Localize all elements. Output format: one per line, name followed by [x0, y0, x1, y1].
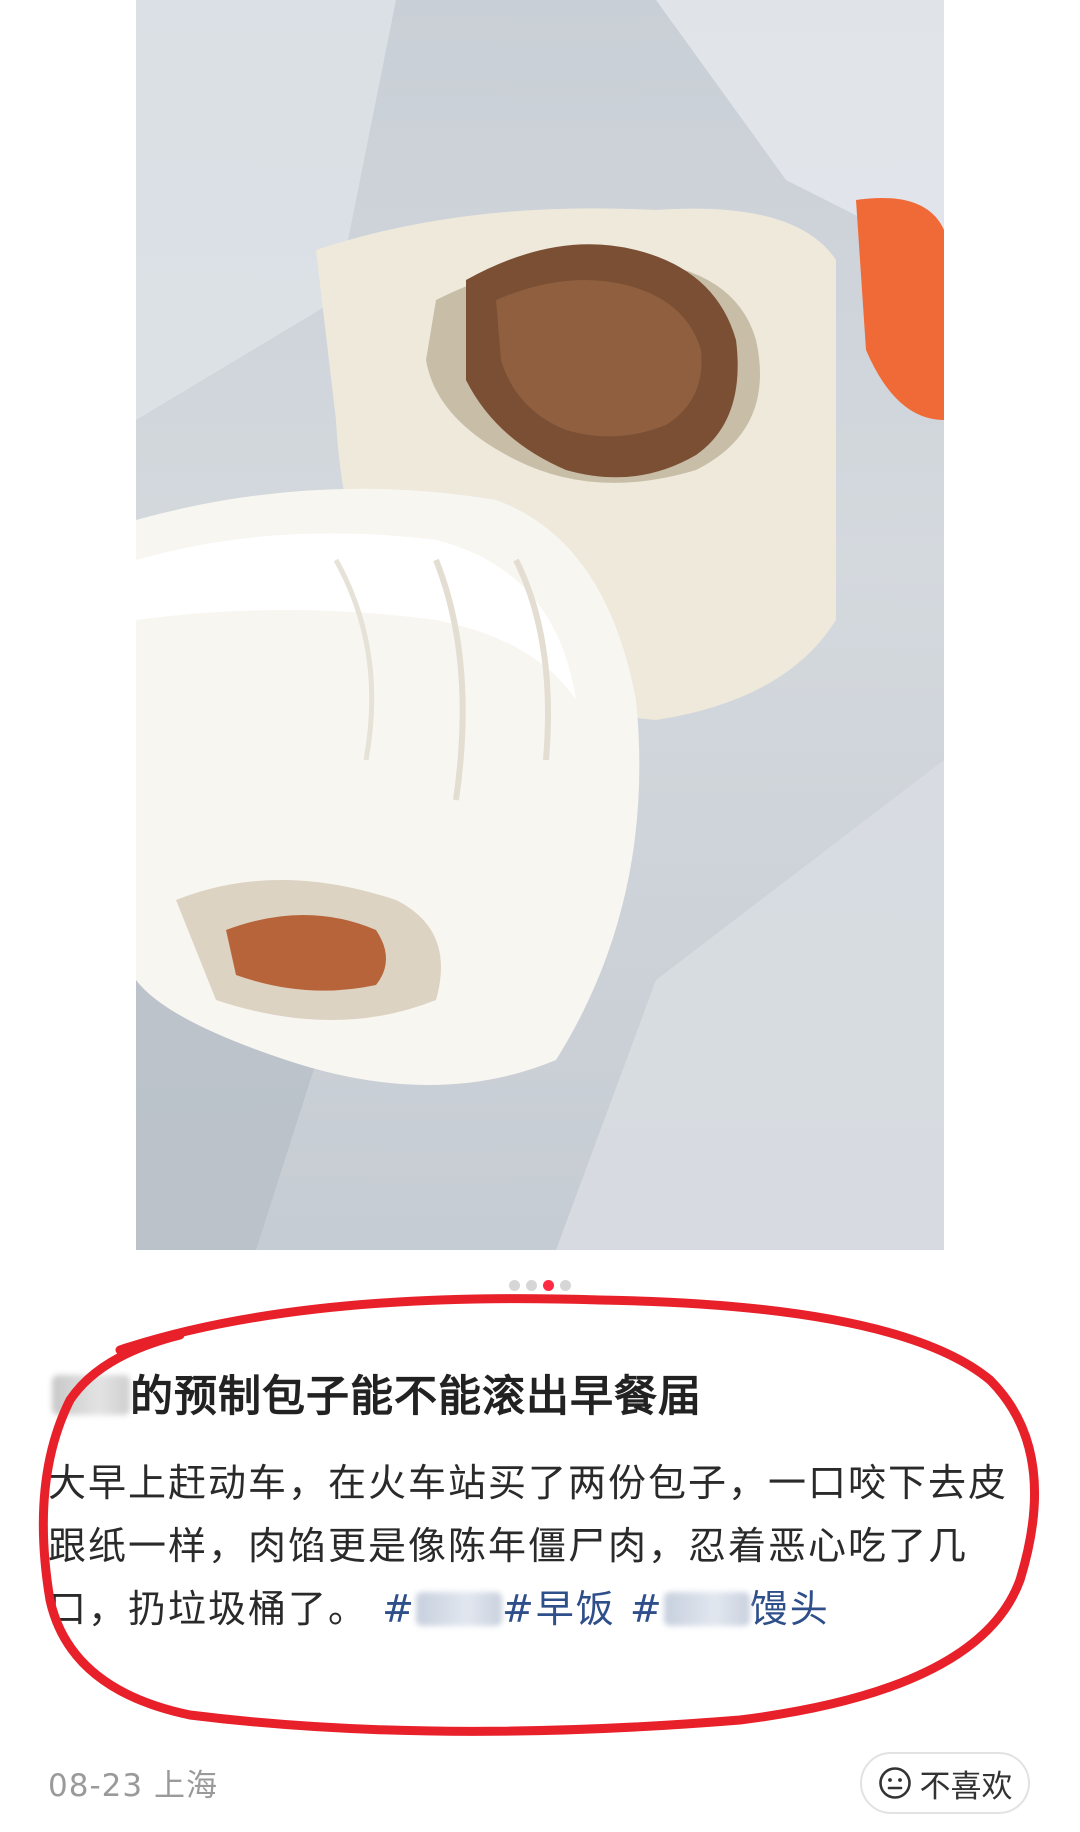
carousel-dot [526, 1280, 537, 1291]
post-meta: 08-23 上海 [48, 1760, 218, 1805]
hashtag-breakfast[interactable]: #早饭 [502, 1587, 616, 1631]
neutral-face-icon [878, 1767, 911, 1799]
post-date: 08-23 [48, 1768, 144, 1804]
blurred-text [663, 1592, 750, 1626]
hashtag[interactable]: # [382, 1587, 502, 1631]
carousel-dot-active [543, 1280, 554, 1291]
dislike-button[interactable]: 不喜欢 [860, 1752, 1030, 1814]
post-location: 上海 [153, 1768, 218, 1804]
carousel-dot [560, 1280, 571, 1291]
post-content: 大早上赶动车，在火车站买了两份包子，一口咬下去皮跟纸一样，肉馅更是像陈年僵尸肉，… [48, 1452, 1028, 1641]
post-title: 的预制包子能不能滚出早餐届 [52, 1362, 1052, 1424]
carousel-dot [509, 1280, 520, 1291]
post-photo[interactable] [136, 0, 944, 1250]
blurred-text [52, 1375, 130, 1415]
carousel-indicator [0, 1280, 1080, 1291]
dislike-label: 不喜欢 [919, 1768, 1013, 1805]
hashtag[interactable]: # 馒头 [630, 1587, 830, 1631]
blurred-text [415, 1592, 502, 1626]
post-title-text: 的预制包子能不能滚出早餐届 [130, 1372, 702, 1422]
steamed-buns-image [136, 0, 944, 1250]
